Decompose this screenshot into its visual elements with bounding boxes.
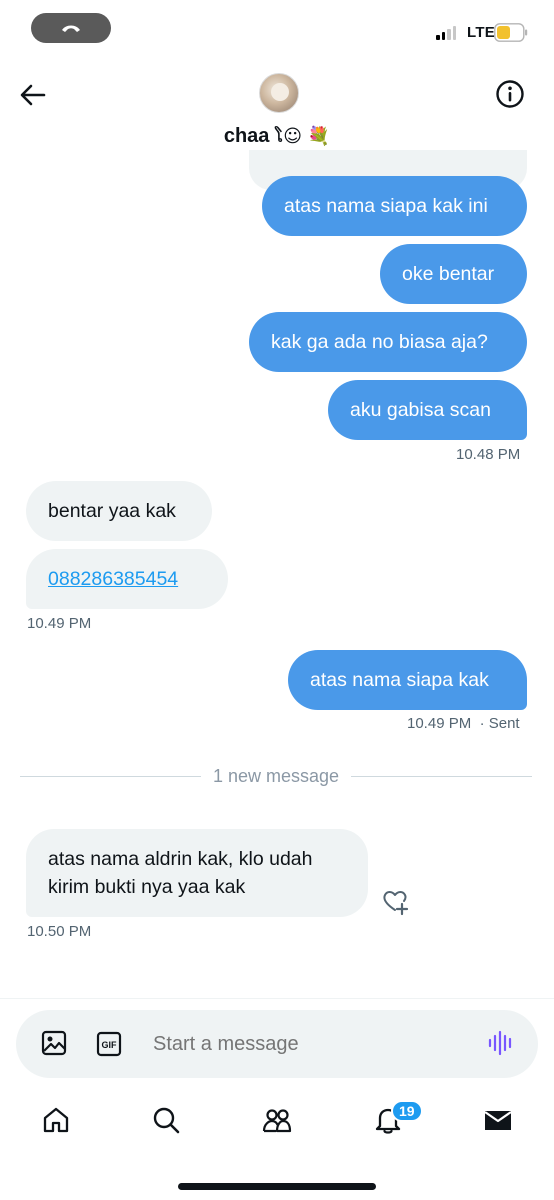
message-text: kak ga ada no biasa aja? bbox=[271, 330, 488, 353]
notifications-badge: 19 bbox=[391, 1100, 423, 1122]
message-bubble-incoming[interactable]: atas nama aldrin kak, klo udah kirim buk… bbox=[26, 829, 368, 917]
messages-mail-icon[interactable] bbox=[482, 1104, 514, 1136]
network-label: LTE bbox=[467, 24, 496, 41]
message-text: atas nama siapa kak bbox=[310, 668, 489, 691]
new-messages-label: 1 new message bbox=[212, 765, 340, 786]
message-text: oke bentar bbox=[402, 262, 495, 285]
status-bar: LTE bbox=[0, 0, 554, 64]
gif-icon[interactable]: GIF bbox=[95, 1030, 123, 1058]
message-composer: GIF bbox=[16, 1010, 538, 1078]
new-messages-divider: 1 new message bbox=[20, 765, 533, 786]
add-reaction-heart-icon[interactable] bbox=[380, 886, 410, 916]
composer-divider bbox=[0, 998, 554, 999]
cellular-signal-icon bbox=[436, 26, 456, 40]
message-bubble-outgoing[interactable]: oke bentar bbox=[380, 244, 527, 304]
info-icon[interactable] bbox=[494, 78, 526, 110]
message-input[interactable] bbox=[153, 1028, 453, 1060]
message-text: atas nama siapa kak ini bbox=[284, 194, 488, 217]
message-text: aku gabisa scan bbox=[350, 398, 491, 421]
avatar[interactable] bbox=[259, 73, 299, 113]
contact-name-emoji: ໂ☺︎ 💐 bbox=[274, 126, 331, 147]
active-call-indicator[interactable] bbox=[31, 13, 111, 43]
sent-status: · Sent bbox=[479, 715, 520, 732]
svg-text:GIF: GIF bbox=[102, 1040, 118, 1050]
message-bubble-incoming[interactable]: bentar yaa kak bbox=[26, 481, 212, 541]
battery-icon bbox=[494, 23, 528, 42]
message-timestamp: 10.50 PM bbox=[27, 923, 92, 940]
message-bubble-outgoing[interactable]: aku gabisa scan bbox=[328, 380, 527, 440]
phone-number-link[interactable]: 088286385454 bbox=[48, 568, 178, 591]
communities-icon[interactable] bbox=[261, 1104, 293, 1136]
message-text: atas nama aldrin kak, klo udah kirim buk… bbox=[48, 848, 313, 898]
message-bubble-outgoing[interactable]: atas nama siapa kak bbox=[288, 650, 527, 710]
message-bubble-incoming[interactable]: 088286385454 bbox=[26, 549, 228, 609]
message-bubble-outgoing[interactable]: kak ga ada no biasa aja? bbox=[249, 312, 527, 372]
phone-icon bbox=[62, 25, 80, 32]
contact-name: chaa bbox=[223, 125, 270, 147]
home-indicator[interactable] bbox=[178, 1183, 376, 1190]
message-text: bentar yaa kak bbox=[48, 499, 176, 522]
divider-line bbox=[351, 775, 533, 777]
message-status: 10.49 PM · Sent bbox=[407, 715, 520, 732]
search-icon[interactable] bbox=[150, 1104, 182, 1136]
divider-line bbox=[20, 775, 201, 777]
message-bubble-outgoing[interactable]: atas nama siapa kak ini bbox=[262, 176, 527, 236]
image-icon[interactable] bbox=[40, 1029, 68, 1057]
conversation-title[interactable]: chaa ໂ☺︎ 💐 bbox=[0, 125, 554, 148]
message-timestamp: 10.49 PM bbox=[407, 715, 472, 732]
back-arrow-icon[interactable] bbox=[18, 80, 48, 110]
voice-message-icon[interactable] bbox=[486, 1028, 516, 1058]
message-timestamp: 10.48 PM bbox=[456, 446, 521, 463]
home-icon[interactable] bbox=[40, 1104, 72, 1136]
message-timestamp: 10.49 PM bbox=[27, 615, 92, 632]
